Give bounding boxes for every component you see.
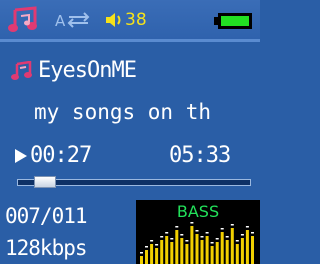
eq-bar bbox=[175, 230, 179, 264]
eq-peak bbox=[180, 234, 184, 236]
track-title: EyesOnME bbox=[38, 58, 137, 83]
music-note-icon bbox=[11, 61, 32, 80]
eq-peak bbox=[170, 238, 174, 240]
eq-peak bbox=[205, 232, 209, 234]
eq-peak bbox=[210, 242, 214, 244]
eq-bar bbox=[245, 230, 249, 264]
svg-text:A: A bbox=[55, 12, 66, 29]
equalizer-panel[interactable]: BASS bbox=[136, 200, 260, 264]
eq-bar bbox=[165, 236, 169, 264]
eq-bar bbox=[225, 240, 229, 264]
status-bar: A 38 bbox=[0, 0, 260, 39]
track-counter: 007/011 bbox=[5, 204, 88, 228]
eq-peak bbox=[225, 236, 229, 238]
elapsed-time: 00:27 bbox=[30, 143, 92, 168]
eq-bar bbox=[251, 236, 254, 264]
eq-bar bbox=[180, 238, 184, 264]
music-note-icon bbox=[8, 6, 37, 32]
eq-bar bbox=[160, 240, 164, 264]
eq-peak bbox=[220, 228, 224, 230]
eq-preset-label: BASS bbox=[176, 202, 220, 221]
eq-peak bbox=[240, 234, 244, 236]
volume-value: 38 bbox=[125, 10, 147, 30]
eq-bar bbox=[240, 238, 244, 264]
eq-peak bbox=[235, 240, 239, 242]
album-scroll-text: my songs on th bbox=[34, 100, 212, 124]
eq-peak bbox=[150, 240, 154, 242]
eq-peak bbox=[185, 240, 189, 242]
status-divider bbox=[0, 39, 260, 42]
eq-bar bbox=[170, 242, 174, 264]
battery-icon bbox=[214, 13, 252, 29]
time-row: 00:27 05:33 bbox=[0, 141, 260, 171]
eq-bar bbox=[145, 250, 148, 264]
eq-peak bbox=[175, 226, 179, 228]
eq-bar bbox=[205, 236, 209, 264]
total-time: 05:33 bbox=[169, 143, 231, 168]
eq-peak bbox=[245, 226, 249, 228]
eq-bar bbox=[150, 244, 154, 264]
eq-bar bbox=[155, 248, 159, 264]
bitrate: 128kbps bbox=[5, 236, 88, 260]
eq-bar bbox=[215, 242, 219, 264]
eq-bar bbox=[220, 232, 224, 264]
eq-peak bbox=[190, 222, 194, 224]
eq-bar bbox=[210, 246, 214, 264]
play-icon[interactable] bbox=[14, 148, 28, 164]
eq-bar bbox=[235, 244, 239, 264]
eq-peak bbox=[251, 232, 254, 234]
eq-peak bbox=[215, 238, 219, 240]
progress-thumb[interactable] bbox=[34, 176, 57, 188]
eq-bar bbox=[140, 256, 143, 264]
track-title-row: EyesOnME bbox=[0, 56, 260, 86]
eq-peak bbox=[195, 230, 199, 232]
eq-peak bbox=[230, 224, 234, 226]
eq-bar bbox=[195, 234, 199, 264]
repeat-icon[interactable]: A bbox=[55, 11, 93, 29]
eq-bar bbox=[185, 244, 189, 264]
eq-peak bbox=[140, 252, 143, 254]
eq-bar bbox=[230, 228, 234, 264]
eq-peak bbox=[160, 236, 164, 238]
eq-peak bbox=[145, 246, 148, 248]
eq-bar bbox=[200, 240, 204, 264]
eq-peak bbox=[200, 236, 204, 238]
eq-peak bbox=[165, 232, 169, 234]
eq-bar bbox=[190, 226, 194, 264]
eq-peak bbox=[155, 244, 159, 246]
volume-icon[interactable] bbox=[104, 10, 126, 30]
